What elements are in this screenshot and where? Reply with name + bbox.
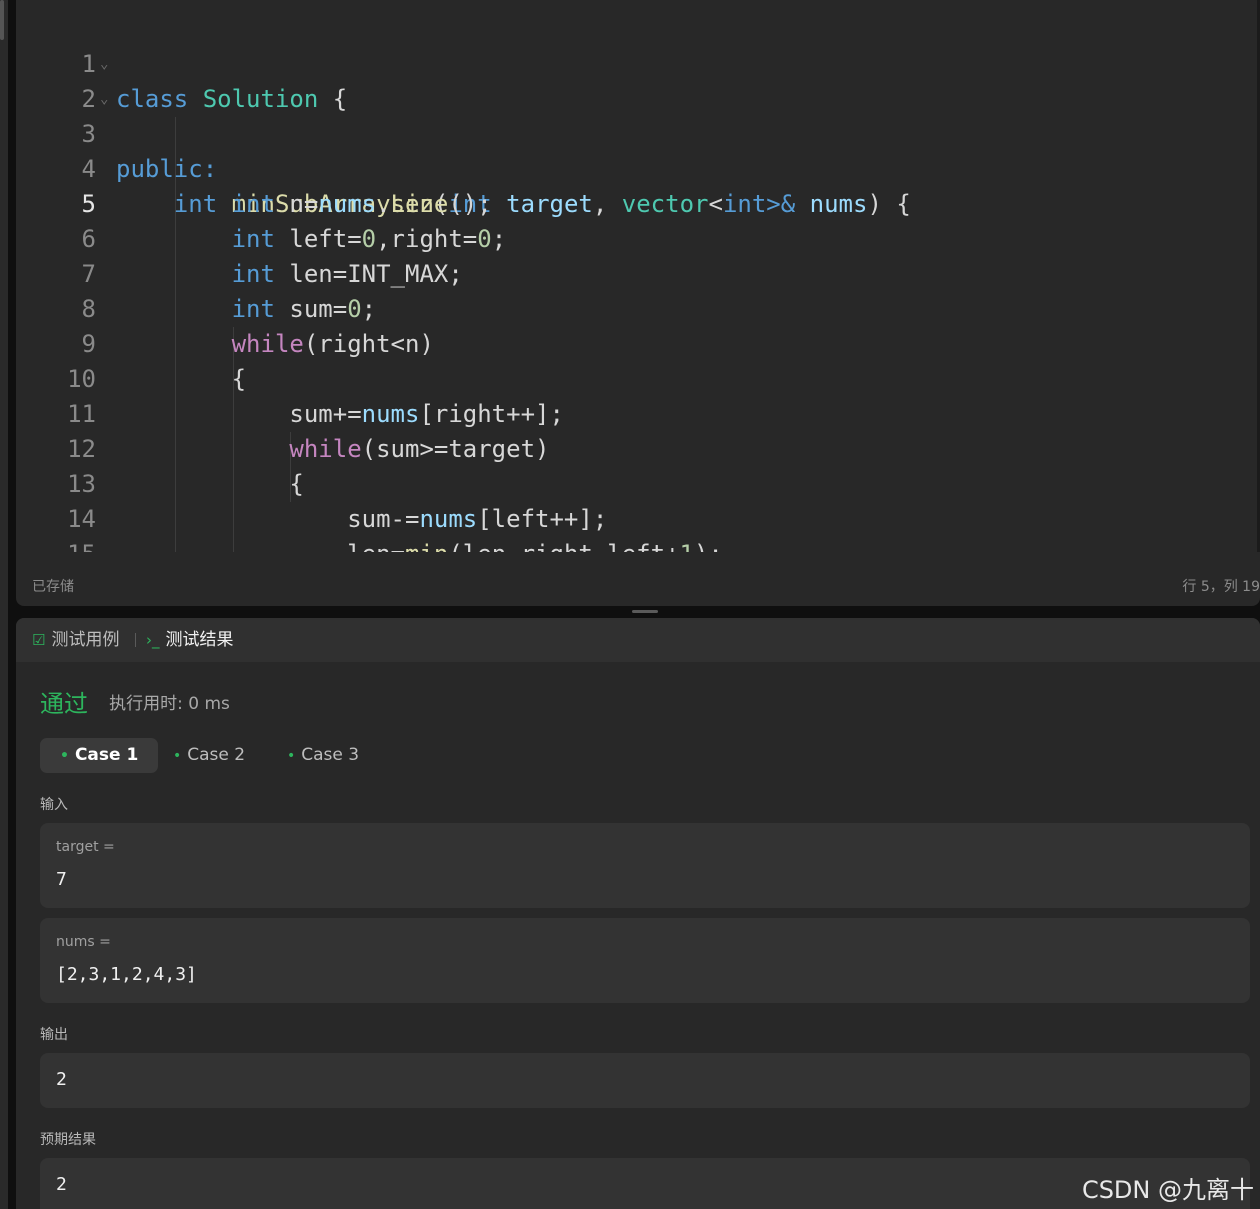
- editor-status-bar: 已存储 行 5，列 19: [16, 560, 1260, 606]
- output-label: 输出: [40, 1027, 68, 1043]
- result-summary: 通过 执行用时: 0 ms: [40, 684, 230, 718]
- code-line[interactable]: 6 int len=INT_MAX;: [16, 187, 1260, 288]
- case-label: Case 3: [301, 745, 360, 765]
- fold-chevron-icon[interactable]: ⌄: [100, 82, 108, 117]
- code-line[interactable]: 2 ⌄ public:: [16, 47, 1260, 183]
- code-line[interactable]: 8 while(right<n): [16, 257, 1260, 358]
- expected-value: 2: [56, 1174, 67, 1195]
- code-line[interactable]: 13 sum-=nums[left++];: [16, 432, 1260, 533]
- edge-notch: [0, 0, 4, 40]
- save-status: 已存储: [32, 579, 74, 595]
- tab-label: 测试用例: [51, 630, 120, 650]
- param-value: [2,3,1,2,4,3]: [56, 964, 197, 985]
- case-label: Case 2: [187, 745, 246, 765]
- terminal-icon: ›_: [146, 631, 160, 649]
- watermark: CSDN @九离十: [1081, 1176, 1254, 1204]
- case-tab-2[interactable]: • Case 2: [153, 738, 265, 773]
- pass-status: 通过: [40, 690, 88, 718]
- code-line[interactable]: 10 sum+=nums[right++];: [16, 327, 1260, 428]
- output-value: 2: [56, 1069, 67, 1090]
- code-line[interactable]: 11 while(sum>=target): [16, 362, 1260, 463]
- code-line[interactable]: 7 int sum=0;: [16, 222, 1260, 323]
- code-line[interactable]: 4 int n=nums.size();: [16, 117, 1260, 218]
- expected-label: 预期结果: [40, 1132, 96, 1148]
- code-line[interactable]: 16 }: [16, 537, 1260, 552]
- resize-handle[interactable]: [632, 610, 658, 613]
- tab-label: 测试结果: [165, 630, 234, 650]
- param-nums-box[interactable]: nums = [2,3,1,2,4,3]: [40, 918, 1250, 1003]
- checkbox-icon: ☑: [32, 631, 46, 649]
- case-tab-3[interactable]: • Case 3: [267, 738, 379, 773]
- code-line[interactable]: 9 {: [16, 292, 1260, 393]
- code-line[interactable]: 3 ⌄ int minSubArrayLen(int target, vecto…: [16, 82, 1260, 218]
- tab-test-results[interactable]: ›_ 测试结果: [146, 629, 234, 651]
- param-target-box[interactable]: target = 7: [40, 823, 1250, 908]
- cursor-position[interactable]: 行 5，列 19: [1182, 576, 1260, 596]
- code-line[interactable]: 12 {: [16, 397, 1260, 498]
- code-line[interactable]: 14 len=min(len,right-left+1);: [16, 467, 1260, 552]
- param-name: nums =: [56, 934, 111, 950]
- code-line[interactable]: 1 class Solution {: [16, 12, 1260, 113]
- code-area[interactable]: 1 class Solution { 2 ⌄ public: 3 ⌄ int m…: [16, 12, 1260, 552]
- code-line[interactable]: 15 }: [16, 502, 1260, 552]
- panel-tab-bar: ☑ 测试用例 ›_ 测试结果: [16, 618, 1260, 662]
- param-value: 7: [56, 869, 67, 890]
- runtime-text: 执行用时: 0 ms: [109, 694, 230, 714]
- test-panel: ☑ 测试用例 ›_ 测试结果 通过 执行用时: 0 ms • Case 1 • Case…: [16, 618, 1260, 1209]
- output-box[interactable]: 2: [40, 1053, 1250, 1108]
- case-label: Case 1: [74, 745, 139, 765]
- param-name: target =: [56, 839, 115, 855]
- code-line-active[interactable]: 5 int left=0,right=0;: [16, 152, 1260, 253]
- tab-test-cases[interactable]: ☑ 测试用例: [32, 629, 119, 651]
- pass-dot-icon: •: [173, 748, 182, 764]
- pass-dot-icon: •: [60, 748, 69, 764]
- input-label: 输入: [40, 797, 68, 813]
- case-tab-1[interactable]: • Case 1: [40, 738, 159, 773]
- pass-dot-icon: •: [287, 748, 296, 764]
- left-edge-strip: [0, 0, 8, 1209]
- tab-divider: [135, 633, 136, 647]
- expected-box[interactable]: 2: [40, 1158, 1250, 1209]
- fold-chevron-icon[interactable]: ⌄: [100, 47, 108, 82]
- code-editor[interactable]: 1 class Solution { 2 ⌄ public: 3 ⌄ int m…: [16, 0, 1260, 606]
